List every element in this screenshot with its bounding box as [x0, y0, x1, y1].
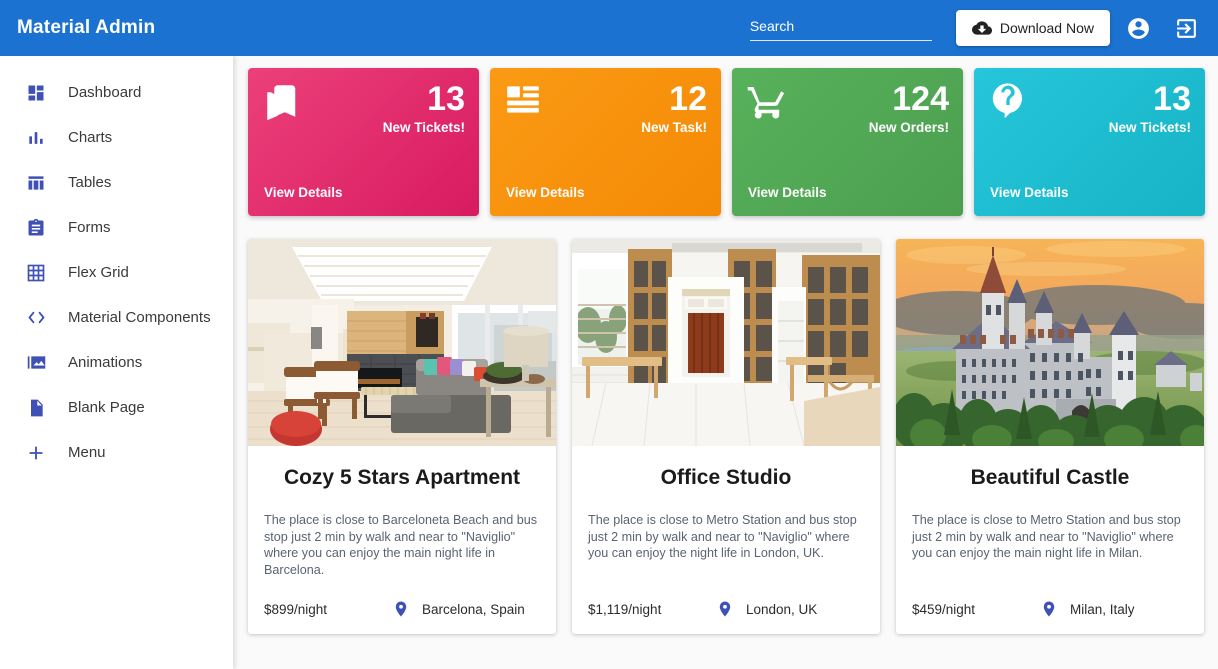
stat-card-label: New Task!: [641, 120, 707, 135]
property-price: $1,119/night: [588, 601, 662, 617]
property-location: Barcelona, Spain: [422, 601, 525, 617]
stat-card-values: 124 New Orders!: [869, 80, 949, 135]
property-footer: $1,119/night London, UK: [572, 584, 880, 634]
sidebar-item-charts[interactable]: Charts: [0, 115, 233, 160]
app-header: Material Admin Download Now: [0, 0, 1218, 56]
property-card-office-studio[interactable]: Office Studio The place is close to Metr…: [572, 239, 880, 634]
stat-card-new-tickets-pink[interactable]: 13 New Tickets! View Details: [248, 68, 479, 216]
grid-icon: [25, 262, 47, 284]
stat-card-label: New Tickets!: [1108, 120, 1191, 135]
clipboard-forms-icon: [25, 217, 47, 239]
list-view-icon: [504, 80, 546, 122]
stat-card-values: 13 New Tickets!: [383, 80, 465, 135]
location-pin-icon: [392, 600, 410, 618]
property-title: Cozy 5 Stars Apartment: [283, 466, 521, 489]
sidebar-item-tables[interactable]: Tables: [0, 160, 233, 205]
stat-card-new-tickets-cyan[interactable]: 13 New Tickets! View Details: [974, 68, 1205, 216]
stat-card-values: 12 New Task!: [641, 80, 707, 135]
login-exit-to-app-icon: [1174, 16, 1199, 41]
property-description: The place is close to Metro Station and …: [912, 513, 1181, 560]
property-title: Office Studio: [660, 466, 792, 489]
cloud-download-icon: [971, 18, 992, 38]
sidebar: Dashboard Charts Tables Forms Flex Grid …: [0, 56, 233, 669]
property-location: Milan, Italy: [1070, 601, 1135, 617]
sidebar-item-label: Blank Page: [68, 399, 145, 416]
property-footer: $899/night Barcelona, Spain: [248, 584, 556, 634]
property-image-office-studio: [572, 239, 880, 446]
shopping-cart-icon: [746, 80, 788, 122]
main-content: 13 New Tickets! View Details 12 New Task…: [233, 56, 1218, 669]
property-description: The place is close to Metro Station and …: [588, 513, 857, 560]
image-animations-icon: [25, 352, 47, 374]
sidebar-item-flex-grid[interactable]: Flex Grid: [0, 250, 233, 295]
account-circle-icon: [1126, 16, 1151, 41]
plus-icon: [25, 442, 47, 464]
search-field-wrapper: [749, 15, 932, 41]
property-footer: $459/night Milan, Italy: [896, 584, 1204, 634]
sidebar-item-label: Material Components: [68, 309, 211, 326]
sidebar-item-label: Forms: [68, 219, 111, 236]
stat-card-new-orders-green[interactable]: 124 New Orders! View Details: [732, 68, 963, 216]
stat-card-value: 124: [892, 80, 949, 118]
property-location: London, UK: [746, 601, 818, 617]
bar-chart-icon: [25, 127, 47, 149]
sidebar-item-blank-page[interactable]: Blank Page: [0, 385, 233, 430]
live-help-icon: [988, 80, 1030, 122]
stat-card-value: 13: [1153, 80, 1191, 118]
property-title: Beautiful Castle: [970, 466, 1130, 489]
stat-card-top: 124 New Orders!: [746, 80, 949, 135]
table-icon: [25, 172, 47, 194]
bookmarks-icon: [262, 80, 304, 122]
sidebar-item-label: Flex Grid: [68, 264, 129, 281]
property-description: The place is close to Barceloneta Beach …: [264, 513, 538, 577]
sidebar-item-label: Charts: [68, 129, 113, 146]
dashboard-icon: [25, 82, 47, 104]
sidebar-item-dashboard[interactable]: Dashboard: [0, 70, 233, 115]
sidebar-item-label: Dashboard: [68, 84, 142, 101]
sidebar-item-label: Menu: [68, 444, 106, 461]
property-image-apartment: [248, 239, 556, 446]
stat-card-row: 13 New Tickets! View Details 12 New Task…: [248, 68, 1212, 216]
sidebar-item-menu[interactable]: Menu: [0, 430, 233, 475]
code-brackets-icon: [25, 307, 47, 329]
view-details-link[interactable]: View Details: [748, 185, 827, 200]
stat-card-label: New Tickets!: [382, 120, 465, 135]
stat-card-value: 13: [427, 80, 465, 118]
location-pin-icon: [1040, 600, 1058, 618]
property-card-cozy-apartment[interactable]: Cozy 5 Stars Apartment The place is clos…: [248, 239, 556, 634]
stat-card-values: 13 New Tickets!: [1109, 80, 1191, 135]
page-icon: [25, 397, 47, 419]
property-price: $459/night: [912, 601, 976, 617]
download-now-label: Download Now: [999, 20, 1094, 36]
sidebar-item-forms[interactable]: Forms: [0, 205, 233, 250]
property-image-castle: [896, 239, 1204, 446]
stat-card-top: 12 New Task!: [504, 80, 707, 135]
header-actions: Download Now: [749, 8, 1218, 48]
stat-card-value: 12: [669, 80, 707, 118]
location-pin-icon: [716, 600, 734, 618]
stat-card-new-task-orange[interactable]: 12 New Task! View Details: [490, 68, 721, 216]
stat-card-label: New Orders!: [868, 120, 949, 135]
view-details-link[interactable]: View Details: [990, 185, 1069, 200]
sidebar-item-animations[interactable]: Animations: [0, 340, 233, 385]
sidebar-item-material-components[interactable]: Material Components: [0, 295, 233, 340]
app-title: Material Admin: [17, 17, 156, 38]
property-price: $899/night: [264, 601, 328, 617]
property-card-beautiful-castle[interactable]: Beautiful Castle The place is close to M…: [896, 239, 1204, 634]
sidebar-item-label: Animations: [68, 354, 143, 371]
view-details-link[interactable]: View Details: [506, 185, 585, 200]
login-button[interactable]: [1166, 8, 1206, 48]
property-body: Cozy 5 Stars Apartment The place is clos…: [248, 446, 556, 584]
sidebar-item-label: Tables: [68, 174, 112, 191]
search-input[interactable]: [749, 15, 932, 41]
account-circle-button[interactable]: [1118, 8, 1158, 48]
property-body: Beautiful Castle The place is close to M…: [896, 446, 1204, 584]
property-body: Office Studio The place is close to Metr…: [572, 446, 880, 584]
property-card-row: Cozy 5 Stars Apartment The place is clos…: [248, 239, 1212, 634]
stat-card-top: 13 New Tickets!: [262, 80, 465, 135]
stat-card-top: 13 New Tickets!: [988, 80, 1191, 135]
download-now-button[interactable]: Download Now: [955, 10, 1110, 46]
view-details-link[interactable]: View Details: [264, 185, 343, 200]
